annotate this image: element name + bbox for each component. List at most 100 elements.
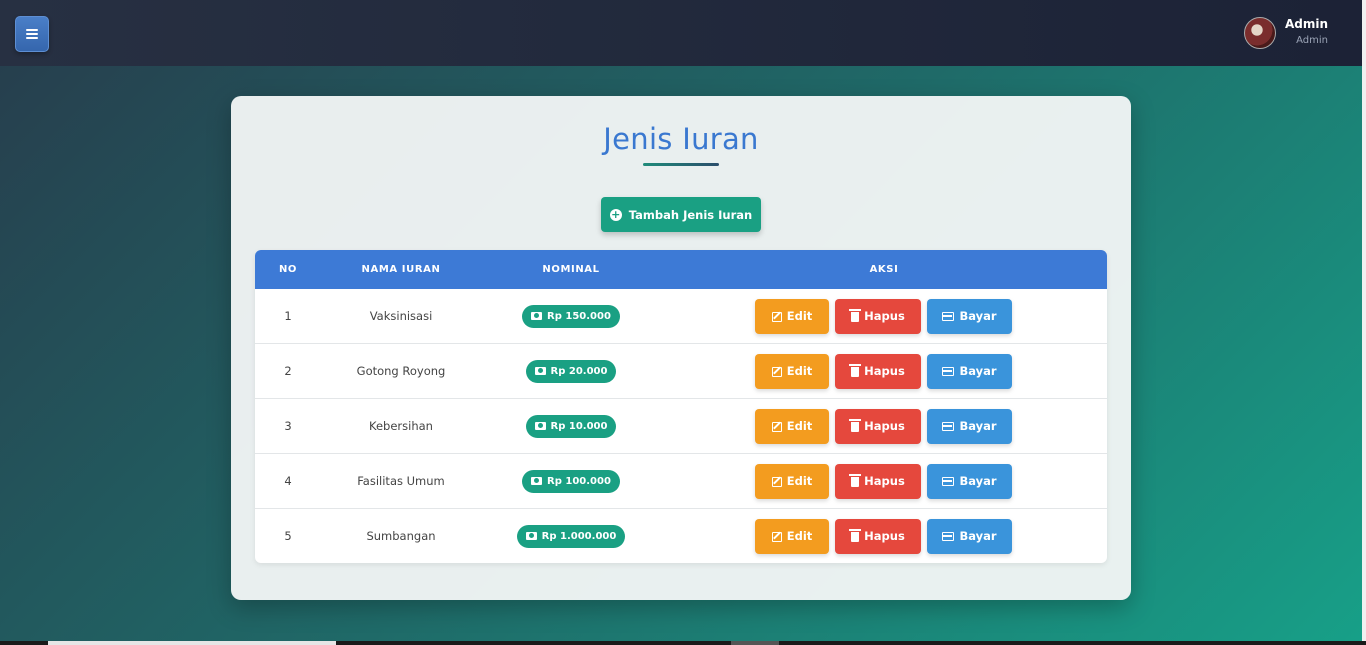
plus-circle-icon: + [609,207,622,221]
user-menu[interactable]: Admin Admin [1243,16,1328,49]
money-icon [531,477,543,485]
user-role: Admin [1296,35,1328,46]
table-row: 1 Vaksinisasi Rp 150.000 Edit Hapus Baya… [255,289,1107,344]
row-nama: Gotong Royong [356,364,446,378]
menu-icon [26,29,38,39]
hapus-button[interactable]: Hapus [835,409,921,444]
edit-button[interactable]: Edit [755,299,829,334]
row-nominal: Rp 150.000 [481,289,661,344]
table-row: 5 Sumbangan Rp 1.000.000 Edit Hapus Baya… [255,509,1107,563]
vertical-scrollbar[interactable] [1362,0,1366,645]
hapus-label: Hapus [864,309,905,323]
hapus-label: Hapus [864,474,905,488]
top-navbar: Admin Admin [0,0,1362,66]
title-underline [643,163,719,166]
edit-label: Edit [786,364,813,378]
edit-icon [771,366,782,377]
hapus-label: Hapus [864,419,905,433]
bayar-label: Bayar [959,529,997,543]
hapus-button[interactable]: Hapus [835,299,921,334]
hapus-button[interactable]: Hapus [835,354,921,389]
bayar-button[interactable]: Bayar [927,299,1012,334]
credit-card-icon [942,312,955,321]
nominal-badge: Rp 20.000 [525,360,617,383]
row-no: 3 [284,419,292,433]
bayar-label: Bayar [959,364,997,378]
add-jenis-iuran-button[interactable]: + Tambah Jenis Iuran [601,197,761,232]
money-icon [531,312,543,320]
iuran-table: NO NAMA IURAN NOMINAL AKSI 1 Vaksinisasi… [255,250,1107,563]
taskbar [0,641,1366,645]
nominal-badge: Rp 150.000 [522,305,620,328]
nominal-value: Rp 1.000.000 [541,531,617,542]
table-row: 4 Fasilitas Umum Rp 100.000 Edit Hapus B… [255,454,1107,509]
trash-icon [849,363,862,377]
edit-icon [771,421,782,432]
credit-card-icon [942,532,955,541]
nominal-value: Rp 20.000 [550,366,608,377]
taskbar-segment [48,641,336,645]
edit-button[interactable]: Edit [755,354,829,389]
bayar-label: Bayar [959,474,997,488]
column-header-nama: NAMA IURAN [361,264,441,275]
row-nama: Fasilitas Umum [357,474,445,488]
bayar-button[interactable]: Bayar [927,354,1012,389]
add-button-label: Tambah Jenis Iuran [628,207,753,222]
edit-button[interactable]: Edit [755,464,829,499]
edit-label: Edit [786,474,813,488]
row-actions: Edit Hapus Bayar [661,509,1107,563]
row-nominal: Rp 100.000 [481,454,661,509]
edit-button[interactable]: Edit [755,519,829,554]
column-header-nominal: NOMINAL [542,264,600,275]
edit-label: Edit [786,309,813,323]
trash-icon [849,308,862,322]
row-actions: Edit Hapus Bayar [661,289,1107,344]
row-nominal: Rp 10.000 [481,399,661,454]
nominal-badge: Rp 10.000 [525,415,617,438]
credit-card-icon [942,422,955,431]
trash-icon [849,418,862,432]
row-actions: Edit Hapus Bayar [661,399,1107,454]
user-name: Admin [1284,17,1328,31]
row-nominal: Rp 1.000.000 [481,509,661,563]
row-actions: Edit Hapus Bayar [661,454,1107,509]
row-no: 5 [284,529,292,543]
edit-icon [771,476,782,487]
avatar[interactable] [1243,16,1276,49]
hapus-label: Hapus [864,364,905,378]
table-row: 2 Gotong Royong Rp 20.000 Edit Hapus Bay… [255,344,1107,399]
hapus-label: Hapus [864,529,905,543]
row-nama: Kebersihan [369,419,433,433]
row-actions: Edit Hapus Bayar [661,344,1107,399]
hapus-button[interactable]: Hapus [835,464,921,499]
row-nama: Sumbangan [366,529,436,543]
table-header: NO NAMA IURAN NOMINAL AKSI [255,250,1107,289]
credit-card-icon [942,477,955,486]
nominal-badge: Rp 1.000.000 [516,525,626,548]
bayar-button[interactable]: Bayar [927,519,1012,554]
bayar-button[interactable]: Bayar [927,464,1012,499]
edit-icon [771,311,782,322]
column-header-aksi: AKSI [869,264,899,275]
row-no: 4 [284,474,292,488]
table-row: 3 Kebersihan Rp 10.000 Edit Hapus Bayar [255,399,1107,454]
bayar-label: Bayar [959,309,997,323]
row-nama: Vaksinisasi [369,309,433,323]
main-card: Jenis Iuran + Tambah Jenis Iuran NO NAMA… [231,96,1131,600]
money-icon [534,367,546,375]
row-no: 1 [284,309,292,323]
nominal-badge: Rp 100.000 [522,470,620,493]
edit-button[interactable]: Edit [755,409,829,444]
nominal-value: Rp 150.000 [547,311,611,322]
edit-label: Edit [786,529,813,543]
bayar-label: Bayar [959,419,997,433]
credit-card-icon [942,367,955,376]
money-icon [534,422,546,430]
hapus-button[interactable]: Hapus [835,519,921,554]
trash-icon [849,528,862,542]
sidebar-toggle-button[interactable] [15,16,49,52]
money-icon [525,532,537,540]
row-no: 2 [284,364,292,378]
bayar-button[interactable]: Bayar [927,409,1012,444]
taskbar-segment [731,641,779,645]
